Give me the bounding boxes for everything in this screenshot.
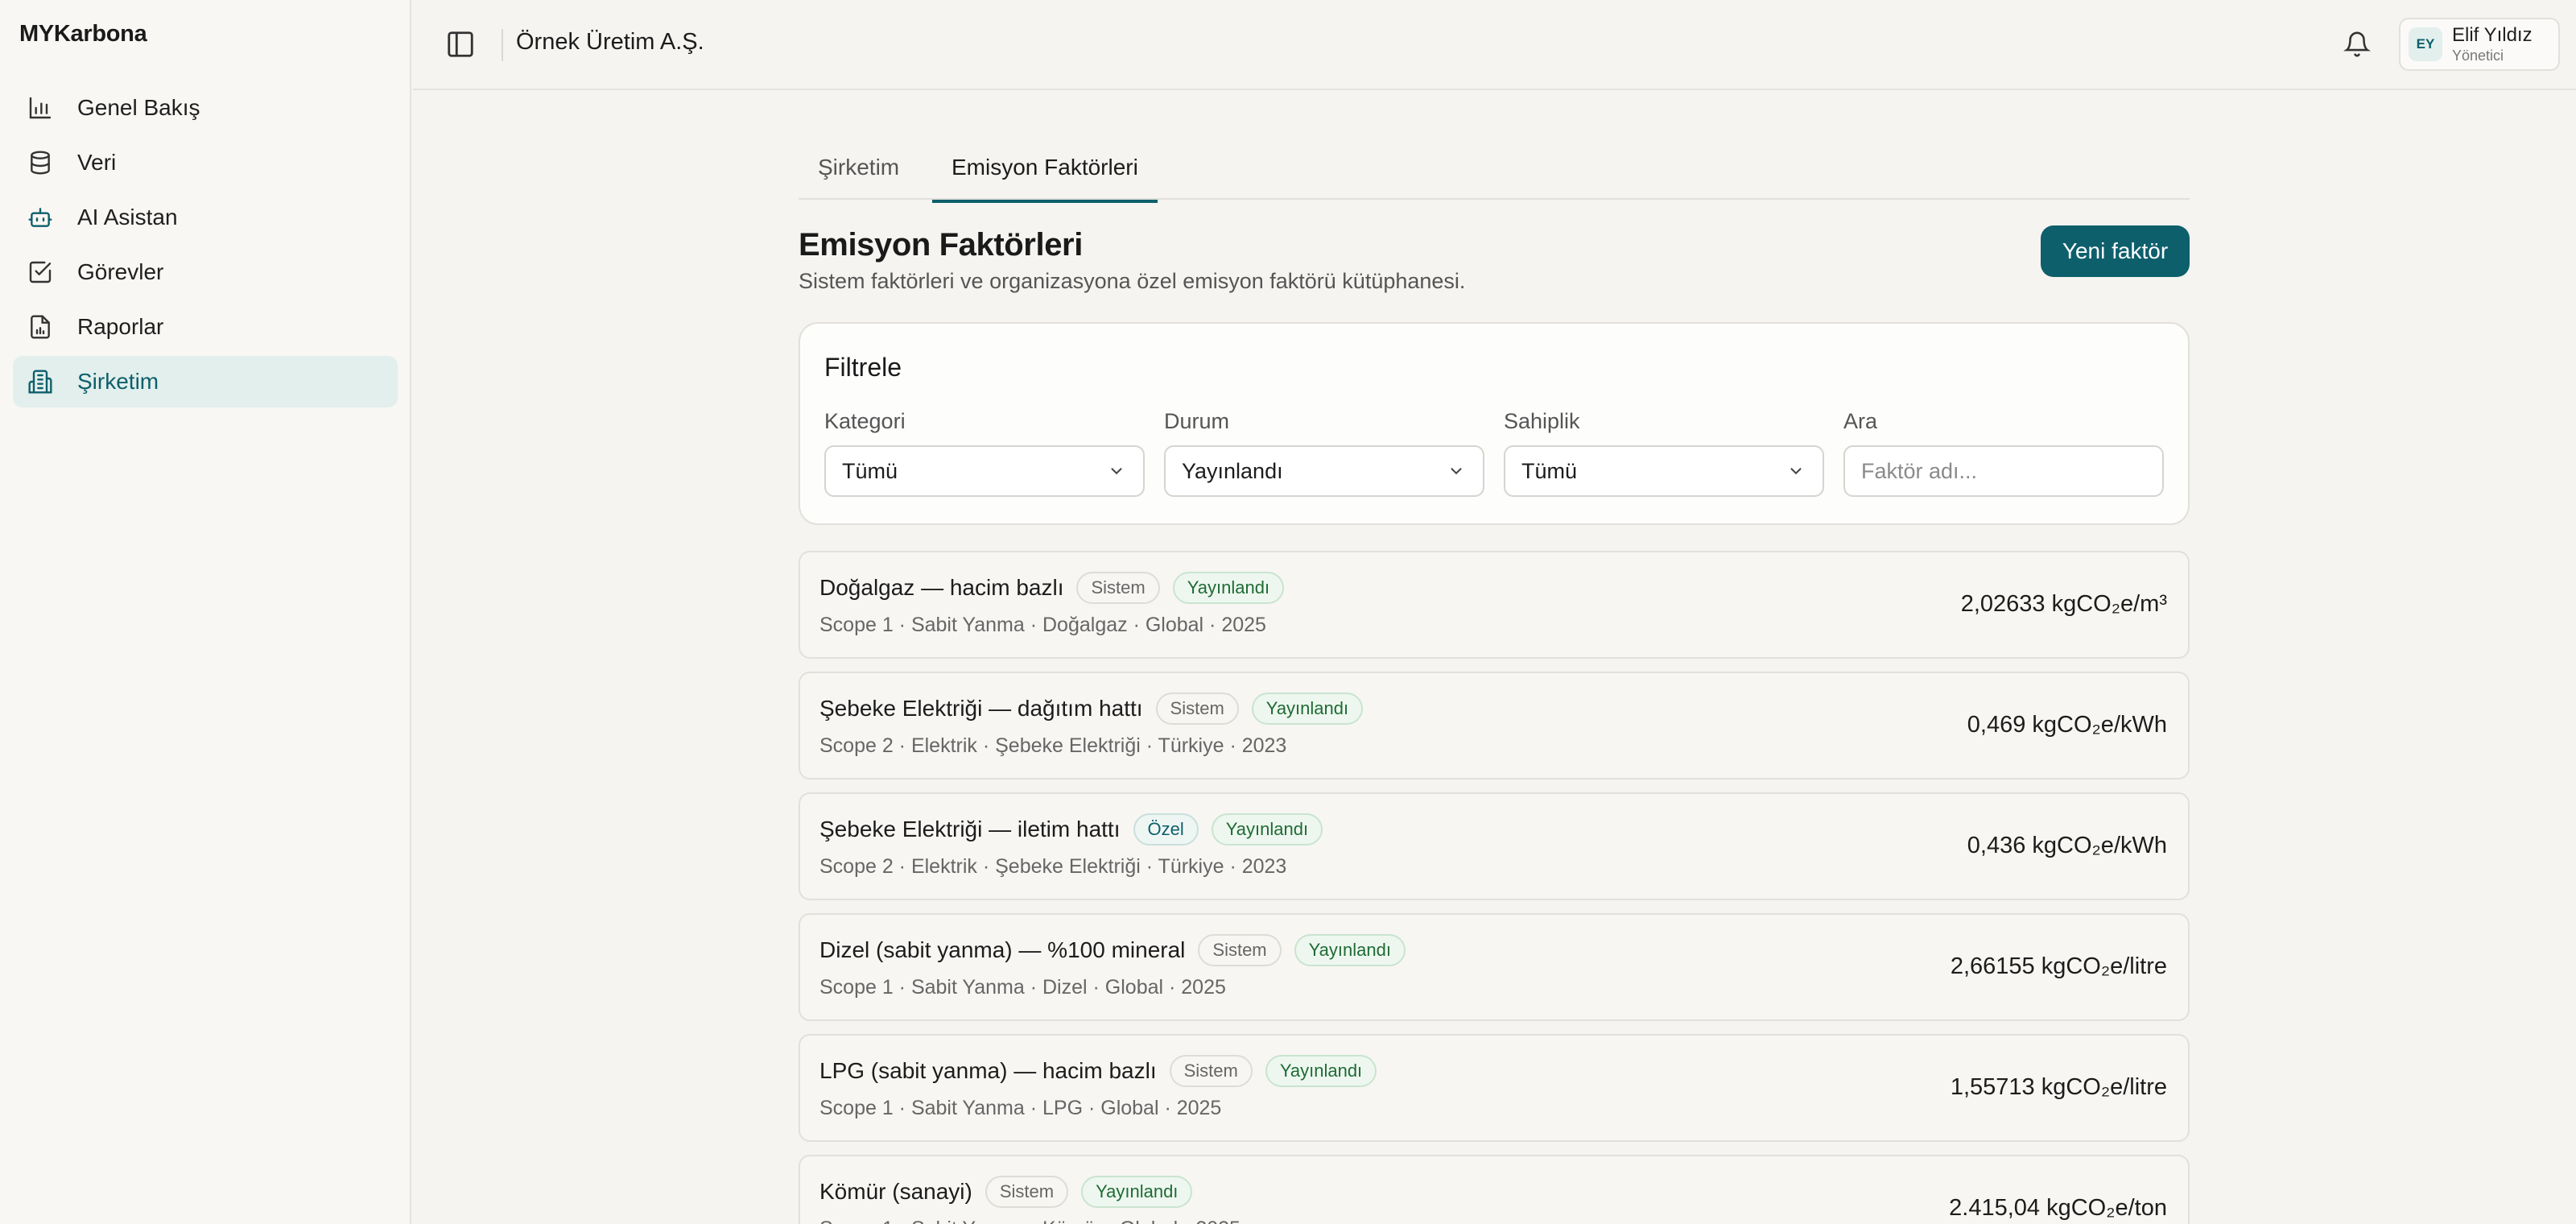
- chart-bar-icon: [29, 97, 52, 119]
- factor-value: 1,55713 kgCO₂e/litre: [1950, 1074, 2167, 1100]
- factor-name: Kömür (sanayi): [819, 1179, 972, 1204]
- factor-name: Şebeke Elektriği — dağıtım hattı: [819, 696, 1143, 721]
- ownership-filter: Sahiplik Tümü: [1504, 409, 1824, 497]
- tab-bar: Şirketim Emisyon Faktörleri: [799, 139, 2190, 203]
- ownership-label: Sahiplik: [1504, 409, 1580, 433]
- bot-icon: [28, 208, 52, 227]
- sidebar-item-label: Raporlar: [77, 314, 164, 339]
- sidebar-item-label: Şirketim: [77, 369, 159, 394]
- status-badge: Yayınlandı: [1251, 693, 1364, 725]
- source-badge: Sistem: [1155, 693, 1239, 725]
- sidebar-item-gorevler[interactable]: Görevler: [13, 246, 398, 298]
- factor-meta: Scope 1 · Sabit Yanma · Kömür · Global ·…: [819, 1218, 1241, 1224]
- factor-list: Doğalgaz — hacim bazlı Sistem Yayınlandı…: [799, 551, 2190, 1224]
- source-badge: Sistem: [1076, 572, 1160, 604]
- report-icon: [31, 315, 50, 339]
- sidebar: MYKarbona Genel Bakış Veri AI Asistan Gö…: [0, 0, 411, 1224]
- factor-row[interactable]: Şebeke Elektriği — iletim hattı Özel Yay…: [799, 792, 2190, 900]
- category-value: Tümü: [842, 458, 898, 483]
- bell-icon[interactable]: [2343, 31, 2371, 58]
- status-select[interactable]: Yayınlandı: [1164, 445, 1484, 497]
- page-subtitle: Sistem faktörleri ve organizasyona özel …: [799, 269, 1466, 293]
- filter-card: Filtrele Kategori Tümü Durum Yayınlandı …: [799, 322, 2190, 525]
- new-factor-button[interactable]: Yeni faktör: [2041, 225, 2190, 277]
- factor-name: Doğalgaz — hacim bazlı: [819, 575, 1064, 600]
- factor-row[interactable]: LPG (sabit yanma) — hacim bazlı Sistem Y…: [799, 1034, 2190, 1142]
- header-divider: [502, 29, 503, 61]
- status-label: Durum: [1164, 409, 1230, 433]
- user-name: Elif Yıldız: [2452, 24, 2533, 46]
- building-icon: [28, 370, 52, 394]
- database-icon: [31, 151, 50, 175]
- category-filter: Kategori Tümü: [824, 409, 1145, 497]
- factor-value: 0,436 kgCO₂e/kWh: [1967, 833, 2167, 858]
- search-filter: Ara: [1843, 409, 2164, 497]
- chevron-down-icon: [1111, 468, 1122, 475]
- ownership-select[interactable]: Tümü: [1504, 445, 1824, 497]
- filter-title: Filtrele: [824, 353, 902, 382]
- sidebar-toggle-icon[interactable]: [445, 29, 476, 60]
- user-role: Yönetici: [2452, 48, 2504, 64]
- factor-value: 0,469 kgCO₂e/kWh: [1967, 712, 2167, 738]
- source-badge: Sistem: [1198, 934, 1282, 966]
- sidebar-item-genel-bakis[interactable]: Genel Bakış: [13, 82, 398, 134]
- sidebar-item-veri[interactable]: Veri: [13, 137, 398, 188]
- factor-meta: Scope 1 · Sabit Yanma · Doğalgaz · Globa…: [819, 614, 1266, 636]
- factor-row[interactable]: Kömür (sanayi) Sistem Yayınlandı Scope 1…: [799, 1155, 2190, 1224]
- source-badge: Sistem: [985, 1176, 1069, 1208]
- factor-value: 2,66155 kgCO₂e/litre: [1950, 953, 2167, 979]
- organization-name: Örnek Üretim A.Ş.: [516, 29, 704, 55]
- tab-sirketim[interactable]: Şirketim: [818, 155, 899, 200]
- top-header: Örnek Üretim A.Ş. EY Elif Yıldız Yönetic…: [413, 0, 2576, 90]
- factor-row[interactable]: Şebeke Elektriği — dağıtım hattı Sistem …: [799, 672, 2190, 779]
- status-badge: Yayınlandı: [1211, 813, 1323, 846]
- category-label: Kategori: [824, 409, 906, 433]
- factor-meta: Scope 2 · Elektrik · Şebeke Elektriği · …: [819, 855, 1287, 878]
- factor-meta: Scope 1 · Sabit Yanma · LPG · Global · 2…: [819, 1097, 1222, 1119]
- source-badge: Sistem: [1169, 1055, 1253, 1087]
- sidebar-nav: Genel Bakış Veri AI Asistan Görevler Rap…: [13, 82, 398, 411]
- factor-row[interactable]: Dizel (sabit yanma) — %100 mineral Siste…: [799, 913, 2190, 1021]
- factor-value: 2,02633 kgCO₂e/m³: [1960, 591, 2167, 617]
- sidebar-item-label: Görevler: [77, 259, 164, 284]
- tab-emisyon-faktorleri[interactable]: Emisyon Faktörleri: [932, 155, 1158, 203]
- status-value: Yayınlandı: [1182, 458, 1283, 483]
- factor-value: 2.415,04 kgCO₂e/ton: [1949, 1195, 2167, 1221]
- checkbox-icon: [29, 261, 52, 283]
- sidebar-item-raporlar[interactable]: Raporlar: [13, 301, 398, 353]
- status-badge: Yayınlandı: [1265, 1055, 1377, 1087]
- status-filter: Durum Yayınlandı: [1164, 409, 1484, 497]
- source-badge: Özel: [1133, 813, 1199, 846]
- sidebar-item-label: AI Asistan: [77, 205, 178, 229]
- sidebar-item-label: Veri: [77, 150, 117, 175]
- avatar: EY: [2409, 27, 2442, 61]
- ownership-value: Tümü: [1521, 458, 1578, 483]
- factor-name: Şebeke Elektriği — iletim hattı: [819, 817, 1121, 842]
- user-menu-button[interactable]: EY Elif Yıldız Yönetici: [2399, 18, 2560, 71]
- sidebar-item-label: Genel Bakış: [77, 95, 200, 120]
- category-select[interactable]: Tümü: [824, 445, 1145, 497]
- chevron-down-icon: [1451, 468, 1462, 475]
- factor-meta: Scope 2 · Elektrik · Şebeke Elektriği · …: [819, 734, 1287, 757]
- factor-meta: Scope 1 · Sabit Yanma · Dizel · Global ·…: [819, 976, 1226, 999]
- sidebar-item-ai-asistan[interactable]: AI Asistan: [13, 192, 398, 243]
- brand-logo-text: MYKarbona: [19, 21, 147, 47]
- factor-name: LPG (sabit yanma) — hacim bazlı: [819, 1058, 1157, 1083]
- factor-name: Dizel (sabit yanma) — %100 mineral: [819, 937, 1186, 962]
- status-badge: Yayınlandı: [1081, 1176, 1193, 1208]
- sidebar-item-sirketim[interactable]: Şirketim: [13, 356, 398, 407]
- search-label: Ara: [1843, 409, 1878, 433]
- page-title: Emisyon Faktörleri: [799, 227, 1083, 263]
- status-badge: Yayınlandı: [1294, 934, 1406, 966]
- factor-row[interactable]: Doğalgaz — hacim bazlı Sistem Yayınlandı…: [799, 551, 2190, 659]
- status-badge: Yayınlandı: [1172, 572, 1285, 604]
- chevron-down-icon: [1790, 468, 1802, 475]
- search-input[interactable]: [1843, 445, 2164, 497]
